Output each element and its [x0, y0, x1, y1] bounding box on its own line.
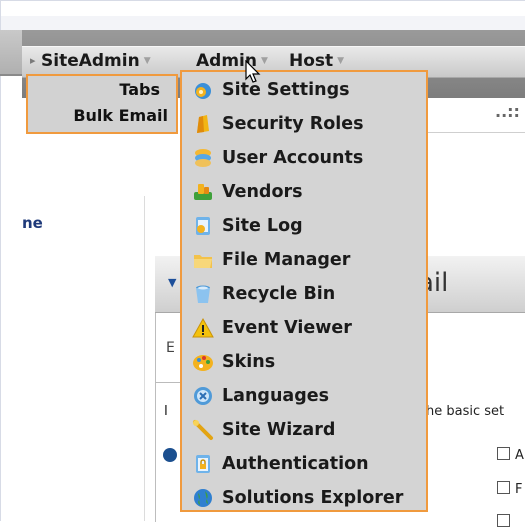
menu-siteadmin[interactable]: SiteAdmin ▼ [41, 48, 151, 74]
frame-left-border [0, 0, 1, 521]
left-nav-link[interactable]: ne [22, 214, 43, 232]
menu-host-label: Host [289, 51, 334, 71]
menu-item-security-roles[interactable]: Security Roles [192, 107, 424, 141]
chevron-down-icon: ▼ [260, 56, 268, 66]
column-divider [144, 196, 145, 521]
menu-item-site-settings[interactable]: Site Settings [192, 73, 424, 107]
chevron-down-icon: ▼ [143, 56, 151, 66]
menu-item-site-wizard[interactable]: Site Wizard [192, 413, 424, 447]
menu-item-user-accounts[interactable]: User Accounts [192, 141, 424, 175]
menu-item-label: Site Settings [222, 80, 350, 100]
menu-item-tabs-label: Tabs [119, 80, 160, 99]
left-shade-line [0, 74, 22, 76]
menu-item-label: File Manager [222, 250, 351, 270]
divider [155, 382, 183, 383]
checkbox-label: A [515, 448, 524, 463]
menu-item-label: User Accounts [222, 148, 364, 168]
chevron-down-icon: ▼ [337, 56, 345, 66]
menu-item-label: Site Log [222, 216, 303, 236]
authentication-icon [192, 453, 214, 475]
menu-item-event-viewer[interactable]: Event Viewer [192, 311, 424, 345]
wand-icon [192, 419, 214, 441]
checkbox[interactable] [497, 447, 510, 460]
menu-separator: ▸ [30, 54, 36, 67]
recycle-bin-icon [192, 283, 214, 305]
intro-text: he basic set [426, 404, 505, 419]
menu-item-label: Security Roles [222, 114, 364, 134]
folder-icon [192, 249, 214, 271]
menu-item-label: Vendors [222, 182, 303, 202]
globe-icon [192, 487, 214, 509]
languages-icon [192, 385, 214, 407]
globe-icon [163, 448, 177, 462]
menu-item-label: Solutions Explorer [222, 488, 404, 508]
header-dots: ..:: [495, 102, 520, 121]
site-settings-icon [192, 79, 214, 101]
site-log-icon [192, 215, 214, 237]
menu-item-site-log[interactable]: Site Log [192, 209, 424, 243]
admin-dropdown: Site Settings Security Roles User Accoun… [180, 70, 428, 512]
menu-item-bulk-email[interactable]: Bulk Email [73, 104, 168, 128]
frame-top-border [0, 0, 525, 1]
left-shade [0, 30, 22, 74]
checkbox-label: F [515, 482, 523, 497]
menu-item-solutions-explorer[interactable]: Solutions Explorer [192, 481, 424, 515]
frame-gutter [1, 16, 525, 31]
menu-item-bulk-email-label: Bulk Email [73, 106, 168, 125]
skins-icon [192, 351, 214, 373]
menu-item-label: Authentication [222, 454, 369, 474]
menu-item-label: Languages [222, 386, 330, 406]
menu-item-skins[interactable]: Skins [192, 345, 424, 379]
menu-item-label: Recycle Bin [222, 284, 336, 304]
menu-item-authentication[interactable]: Authentication [192, 447, 424, 481]
menu-item-languages[interactable]: Languages [192, 379, 424, 413]
menu-item-tabs[interactable]: Tabs [119, 78, 160, 102]
security-roles-icon [192, 113, 214, 135]
checkbox[interactable] [497, 481, 510, 494]
intro-text-start: I [164, 404, 168, 419]
menu-item-label: Site Wizard [222, 420, 336, 440]
siteadmin-dropdown: Tabs Bulk Email [26, 74, 178, 134]
collapse-icon[interactable]: ▼ [168, 276, 176, 289]
menu-item-file-manager[interactable]: File Manager [192, 243, 424, 277]
menu-item-label: Event Viewer [222, 318, 352, 338]
module-edit-text: E [166, 340, 175, 356]
menu-item-recycle-bin[interactable]: Recycle Bin [192, 277, 424, 311]
menu-siteadmin-label: SiteAdmin [41, 51, 140, 71]
warning-icon [192, 317, 214, 339]
menu-item-vendors[interactable]: Vendors [192, 175, 424, 209]
vendors-icon [192, 181, 214, 203]
mouse-cursor-icon [245, 59, 261, 88]
user-accounts-icon [192, 147, 214, 169]
menu-item-label: Skins [222, 352, 276, 372]
